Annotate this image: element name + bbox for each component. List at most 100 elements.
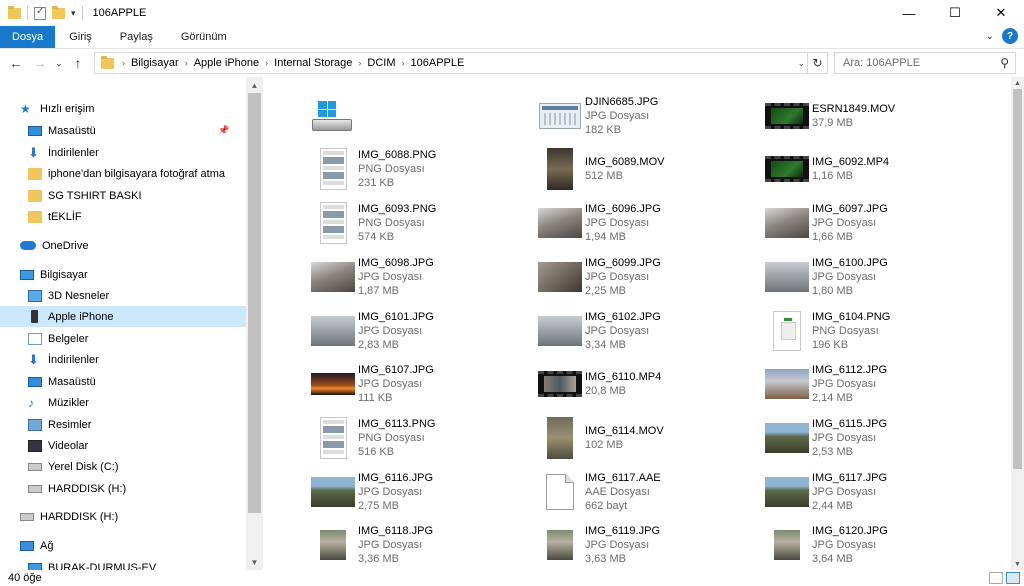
file-name: IMG_6115.JPG	[812, 418, 887, 430]
breadcrumb-internal-storage[interactable]: Internal Storage	[270, 57, 356, 69]
file-type: JPG Dosyası	[358, 486, 423, 498]
navigation-scrollbar[interactable]: ▲ ▼	[246, 77, 263, 570]
file-tile[interactable]: IMG_6110.MP4 20,8 MB	[537, 359, 757, 409]
expand-ribbon-icon[interactable]: ⌄	[986, 31, 994, 42]
tab-share[interactable]: Paylaş	[106, 26, 167, 48]
breadcrumb-separator[interactable]: ›	[263, 58, 270, 68]
nav-item[interactable]: Belgeler	[0, 328, 246, 349]
address-dropdown-icon[interactable]: ⌄	[797, 58, 805, 69]
file-tile[interactable]: IMG_6098.JPG JPG Dosyası 1,87 MB	[310, 252, 530, 302]
folder-icon	[28, 189, 42, 202]
file-type: JPG Dosyası	[812, 217, 877, 229]
scroll-up-icon[interactable]: ▲	[1011, 77, 1024, 89]
nav-item[interactable]: ★ Hızlı erişim	[0, 98, 246, 119]
scroll-down-icon[interactable]: ▼	[1011, 558, 1024, 570]
nav-item[interactable]: tEKLİF	[0, 206, 246, 227]
image-thumbnail	[547, 530, 573, 560]
breadcrumb-separator[interactable]: ›	[356, 58, 363, 68]
file-tile[interactable]	[310, 91, 530, 141]
folder-icon	[28, 167, 42, 180]
nav-item-label: Apple iPhone	[48, 310, 114, 323]
folder-icon	[101, 55, 114, 69]
search-input[interactable]: Ara: 106APPLE ⚲	[834, 52, 1016, 74]
maximize-button[interactable]: ☐	[932, 0, 978, 26]
close-button[interactable]: ✕	[978, 0, 1024, 26]
scroll-up-icon[interactable]: ▲	[246, 77, 263, 93]
forward-icon[interactable]: →	[28, 55, 52, 71]
nav-item[interactable]: Apple iPhone	[0, 306, 246, 327]
file-tile[interactable]: IMG_6092.MP4 1,16 MB	[764, 144, 984, 194]
file-tile[interactable]: IMG_6104.PNG PNG Dosyası 196 KB	[764, 306, 984, 356]
nav-item[interactable]: HARDDISK (H:)	[0, 478, 246, 499]
nav-item[interactable]: Masaüstü 📌	[0, 120, 246, 141]
file-tile[interactable]: IMG_6099.JPG JPG Dosyası 2,25 MB	[537, 252, 757, 302]
recent-locations-icon[interactable]: ⌄	[52, 58, 66, 69]
nav-item[interactable]: Videolar	[0, 435, 246, 456]
content-scrollbar[interactable]: ▲ ▼	[1011, 77, 1024, 570]
file-tile[interactable]: IMG_6114.MOV 102 MB	[537, 413, 757, 463]
refresh-icon[interactable]: ↻	[807, 53, 827, 73]
file-tile[interactable]: IMG_6088.PNG PNG Dosyası 231 KB	[310, 144, 530, 194]
file-tile[interactable]: IMG_6089.MOV 512 MB	[537, 144, 757, 194]
tab-home[interactable]: Giriş	[55, 26, 106, 48]
file-tile[interactable]: IMG_6117.AAE AAE Dosyası 662 bayt	[537, 467, 757, 517]
properties-icon[interactable]	[34, 6, 46, 20]
customize-toolbar-dropdown[interactable]: ▾	[71, 8, 76, 19]
nav-item[interactable]: Yerel Disk (C:)	[0, 456, 246, 477]
nav-item[interactable]: Masaüstü	[0, 371, 246, 392]
nav-item[interactable]: 3D Nesneler	[0, 285, 246, 306]
nav-item[interactable]: Ağ	[0, 535, 246, 556]
breadcrumb-106apple[interactable]: 106APPLE	[407, 57, 469, 69]
tab-file[interactable]: Dosya	[0, 26, 56, 48]
file-size: 1,94 MB	[585, 231, 626, 243]
breadcrumb-separator[interactable]: ›	[400, 58, 407, 68]
file-tile[interactable]: IMG_6101.JPG JPG Dosyası 2,83 MB	[310, 306, 530, 356]
breadcrumb-computer[interactable]: Bilgisayar	[127, 57, 183, 69]
nav-item[interactable]: ♪ Müzikler	[0, 392, 246, 413]
tiles-view-button[interactable]	[1006, 572, 1020, 584]
nav-item[interactable]: ⬇ İndirilenler	[0, 142, 246, 163]
file-tile[interactable]: IMG_6113.PNG PNG Dosyası 516 KB	[310, 413, 530, 463]
file-tile[interactable]: IMG_6107.JPG JPG Dosyası 111 KB	[310, 359, 530, 409]
file-name: IMG_6118.JPG	[358, 525, 433, 537]
minimize-button[interactable]: —	[886, 0, 932, 26]
file-tile[interactable]: IMG_6093.PNG PNG Dosyası 574 KB	[310, 198, 530, 248]
file-tile[interactable]: IMG_6116.JPG JPG Dosyası 2,75 MB	[310, 467, 530, 517]
up-icon[interactable]: ↑	[66, 55, 90, 71]
file-thumbnail	[537, 254, 583, 300]
breadcrumb-apple-iphone[interactable]: Apple iPhone	[190, 57, 263, 69]
nav-item[interactable]: ⬇ İndirilenler	[0, 349, 246, 370]
nav-item[interactable]: Bilgisayar	[0, 264, 246, 285]
scrollbar-thumb[interactable]	[248, 93, 261, 513]
nav-item[interactable]: SG TSHIRT BASKI	[0, 185, 246, 206]
breadcrumb-separator[interactable]: ›	[183, 58, 190, 68]
file-tile[interactable]: IMG_6102.JPG JPG Dosyası 3,34 MB	[537, 306, 757, 356]
breadcrumb-separator[interactable]: ›	[120, 58, 127, 68]
file-tile[interactable]: ESRN1849.MOV 37,9 MB	[764, 91, 984, 141]
scrollbar-thumb[interactable]	[1013, 89, 1022, 469]
file-tile[interactable]: IMG_6120.JPG JPG Dosyası 3,64 MB	[764, 520, 984, 570]
file-tile[interactable]: IMG_6117.JPG JPG Dosyası 2,44 MB	[764, 467, 984, 517]
file-tile[interactable]: IMG_6115.JPG JPG Dosyası 2,53 MB	[764, 413, 984, 463]
cloud-icon	[20, 241, 36, 250]
help-icon[interactable]: ?	[1002, 28, 1018, 44]
tab-view[interactable]: Görünüm	[167, 26, 241, 48]
address-bar[interactable]: › Bilgisayar › Apple iPhone › Internal S…	[94, 52, 828, 74]
file-tile[interactable]: IMG_6097.JPG JPG Dosyası 1,66 MB	[764, 198, 984, 248]
file-tile[interactable]: IMG_6119.JPG JPG Dosyası 3,63 MB	[537, 520, 757, 570]
breadcrumb-dcim[interactable]: DCIM	[363, 57, 399, 69]
nav-item[interactable]: HARDDISK (H:)	[0, 506, 246, 527]
file-tile[interactable]: IMG_6112.JPG JPG Dosyası 2,14 MB	[764, 359, 984, 409]
file-tile[interactable]: IMG_6096.JPG JPG Dosyası 1,94 MB	[537, 198, 757, 248]
nav-item[interactable]: OneDrive	[0, 235, 246, 256]
file-tile[interactable]: IMG_6118.JPG JPG Dosyası 3,36 MB	[310, 520, 530, 570]
nav-item[interactable]: Resimler	[0, 414, 246, 435]
nav-item[interactable]: iphone'dan bilgisayara fotoğraf atma	[0, 163, 246, 184]
details-view-button[interactable]	[989, 572, 1003, 584]
new-folder-icon[interactable]	[52, 5, 65, 19]
back-icon[interactable]: ←	[4, 55, 28, 71]
scroll-down-icon[interactable]: ▼	[246, 554, 263, 570]
file-tile[interactable]: DJIN6685.JPG JPG Dosyası 182 KB	[537, 91, 757, 141]
file-tile[interactable]: IMG_6100.JPG JPG Dosyası 1,80 MB	[764, 252, 984, 302]
file-info: IMG_6099.JPG JPG Dosyası 2,25 MB	[585, 256, 661, 298]
